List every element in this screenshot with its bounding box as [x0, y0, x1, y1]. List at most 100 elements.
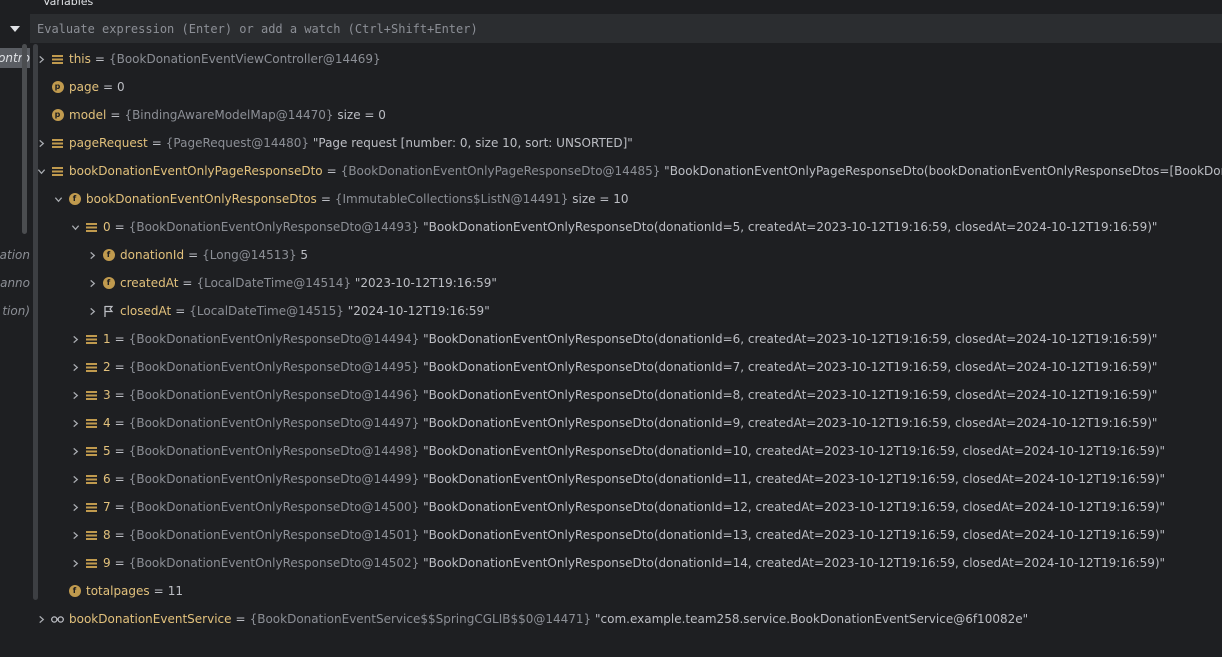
variable-name: 9	[103, 556, 111, 570]
tree-row[interactable]: 4 = {BookDonationEventOnlyResponseDto@1449…	[30, 409, 1222, 437]
frames-toggle-button[interactable]	[0, 14, 30, 43]
frames-scrollbar[interactable]	[22, 44, 27, 234]
variable-type: {BindingAwareModelMap@14470}	[124, 108, 334, 122]
tree-row[interactable]: p page = 0	[30, 73, 1222, 101]
variable-name: 6	[103, 472, 111, 486]
tree-row[interactable]: 9 = {BookDonationEventOnlyResponseDto@1450…	[30, 549, 1222, 577]
tree-row[interactable]: f donationId = {Long@14513} 5	[30, 241, 1222, 269]
chevron-right-icon[interactable]	[86, 241, 98, 269]
equals-sign: =	[175, 304, 186, 318]
variable-value: "com.example.team258.service.BookDonatio…	[591, 612, 1029, 626]
field-icon: f	[68, 585, 81, 598]
equals-sign: =	[114, 528, 125, 542]
tree-row[interactable]: 8 = {BookDonationEventOnlyResponseDto@1450…	[30, 521, 1222, 549]
variable-value: "BookDonationEventOnlyResponseDto(donati…	[419, 528, 1166, 542]
variable-value: size = 0	[333, 108, 386, 122]
object-field-icon	[85, 221, 98, 234]
variable-type: {BookDonationEventService$$SpringCGLIB$$…	[249, 612, 592, 626]
evaluate-expression-input[interactable]	[37, 21, 1187, 36]
equals-sign: =	[114, 360, 125, 374]
object-field-icon	[85, 557, 98, 570]
tree-row[interactable]: f totalpages = 11	[30, 577, 1222, 605]
equals-sign: =	[114, 388, 125, 402]
tree-row[interactable]: 6 = {BookDonationEventOnlyResponseDto@1449…	[30, 465, 1222, 493]
variable-type: {BookDonationEventOnlyResponseDto@14500}	[128, 500, 420, 514]
chevron-right-icon[interactable]	[69, 493, 81, 521]
tree-row[interactable]: 0 = {BookDonationEventOnlyResponseDto@1449…	[30, 213, 1222, 241]
equals-sign: =	[320, 192, 331, 206]
field-icon: f	[102, 277, 115, 290]
equals-sign: =	[114, 416, 125, 430]
tree-row[interactable]: 5 = {BookDonationEventOnlyResponseDto@1449…	[30, 437, 1222, 465]
chevron-right-icon[interactable]	[69, 549, 81, 577]
variable-name: 4	[103, 416, 111, 430]
chevron-right-icon[interactable]	[69, 353, 81, 381]
equals-sign: =	[114, 500, 125, 514]
object-field-icon	[51, 53, 64, 66]
variable-type: {BookDonationEventOnlyResponseDto@14499}	[128, 472, 420, 486]
variable-name: 8	[103, 528, 111, 542]
variable-name: pageRequest	[69, 136, 148, 150]
variable-name: 0	[103, 220, 111, 234]
tree-row[interactable]: bookDonationEventOnlyPageResponseDto = {Bo…	[30, 157, 1222, 185]
tree-row[interactable]: 1 = {BookDonationEventOnlyResponseDto@1449…	[30, 325, 1222, 353]
variable-value: 5	[296, 248, 309, 262]
parameter-icon: p	[51, 81, 64, 94]
chevron-down-icon	[10, 25, 20, 32]
chevron-down-icon[interactable]	[35, 157, 47, 185]
variable-type: {LocalDateTime@14515}	[189, 304, 344, 318]
tree-row[interactable]: bookDonationEventService = {BookDonationEv…	[30, 605, 1222, 633]
variable-type: {BookDonationEventOnlyResponseDto@14495}	[128, 360, 420, 374]
tree-row[interactable]: p model = {BindingAwareModelMap@14470} size…	[30, 101, 1222, 129]
chevron-right-icon[interactable]	[69, 409, 81, 437]
chevron-right-icon[interactable]	[69, 465, 81, 493]
tree-row[interactable]: 7 = {BookDonationEventOnlyResponseDto@1450…	[30, 493, 1222, 521]
tree-row[interactable]: 3 = {BookDonationEventOnlyResponseDto@1449…	[30, 381, 1222, 409]
tree-row[interactable]: 2 = {BookDonationEventOnlyResponseDto@1449…	[30, 353, 1222, 381]
variable-name: bookDonationEventOnlyPageResponseDto	[69, 164, 323, 178]
tree-row[interactable]: f bookDonationEventOnlyResponseDtos = {Immu…	[30, 185, 1222, 213]
chevron-right-icon[interactable]	[86, 269, 98, 297]
tree-row[interactable]: pageRequest = {PageRequest@14480} "Page re…	[30, 129, 1222, 157]
equals-sign: =	[326, 164, 337, 178]
object-field-icon	[85, 501, 98, 514]
variable-value: "BookDonationEventOnlyResponseDto(donati…	[419, 556, 1166, 570]
frame-item-1[interactable]: otation	[0, 245, 30, 265]
object-field-icon	[51, 165, 64, 178]
chevron-down-icon[interactable]	[69, 213, 81, 241]
variable-type: {BookDonationEventOnlyResponseDto@14496}	[128, 388, 420, 402]
tree-row[interactable]: this = {BookDonationEventViewController@14…	[30, 45, 1222, 73]
object-field-icon	[51, 137, 64, 150]
chevron-right-icon[interactable]	[69, 381, 81, 409]
object-field-icon	[85, 417, 98, 430]
equals-sign: =	[114, 220, 125, 234]
equals-sign: =	[114, 444, 125, 458]
field-icon: f	[68, 193, 81, 206]
tree-row[interactable]: f createdAt = {LocalDateTime@14514} "2023-1…	[30, 269, 1222, 297]
variable-value: "BookDonationEventOnlyResponseDto(donati…	[419, 500, 1166, 514]
chevron-right-icon[interactable]	[69, 437, 81, 465]
chevron-right-icon[interactable]	[35, 605, 47, 633]
variable-value: "Page request [number: 0, size 10, sort:…	[309, 136, 633, 150]
equals-sign: =	[110, 108, 121, 122]
variable-value: "BookDonationEventOnlyResponseDto(donati…	[419, 332, 1158, 346]
object-field-icon	[85, 529, 98, 542]
chevron-down-icon[interactable]	[52, 185, 64, 213]
variable-type: {BookDonationEventOnlyPageResponseDto@14…	[340, 164, 661, 178]
chevron-right-icon[interactable]	[35, 129, 47, 157]
object-field-icon	[85, 361, 98, 374]
chevron-right-icon[interactable]	[86, 297, 98, 325]
frame-item-2[interactable]: l.anno	[0, 273, 30, 293]
equals-sign: =	[114, 472, 125, 486]
tree-row[interactable]: closedAt = {LocalDateTime@14515} "2024-10-…	[30, 297, 1222, 325]
chevron-right-icon[interactable]	[35, 45, 47, 73]
variable-value: 0	[117, 80, 125, 94]
chevron-right-icon[interactable]	[69, 521, 81, 549]
variable-type: {ImmutableCollections$ListN@14491}	[334, 192, 569, 206]
variable-value: "BookDonationEventOnlyResponseDto(donati…	[419, 220, 1158, 234]
chevron-right-icon[interactable]	[69, 325, 81, 353]
frame-item-3[interactable]: tion)	[0, 301, 30, 321]
equals-sign: =	[153, 584, 164, 598]
variable-value: "BookDonationEventOnlyResponseDto(donati…	[419, 360, 1158, 374]
variable-type: {PageRequest@14480}	[165, 136, 310, 150]
